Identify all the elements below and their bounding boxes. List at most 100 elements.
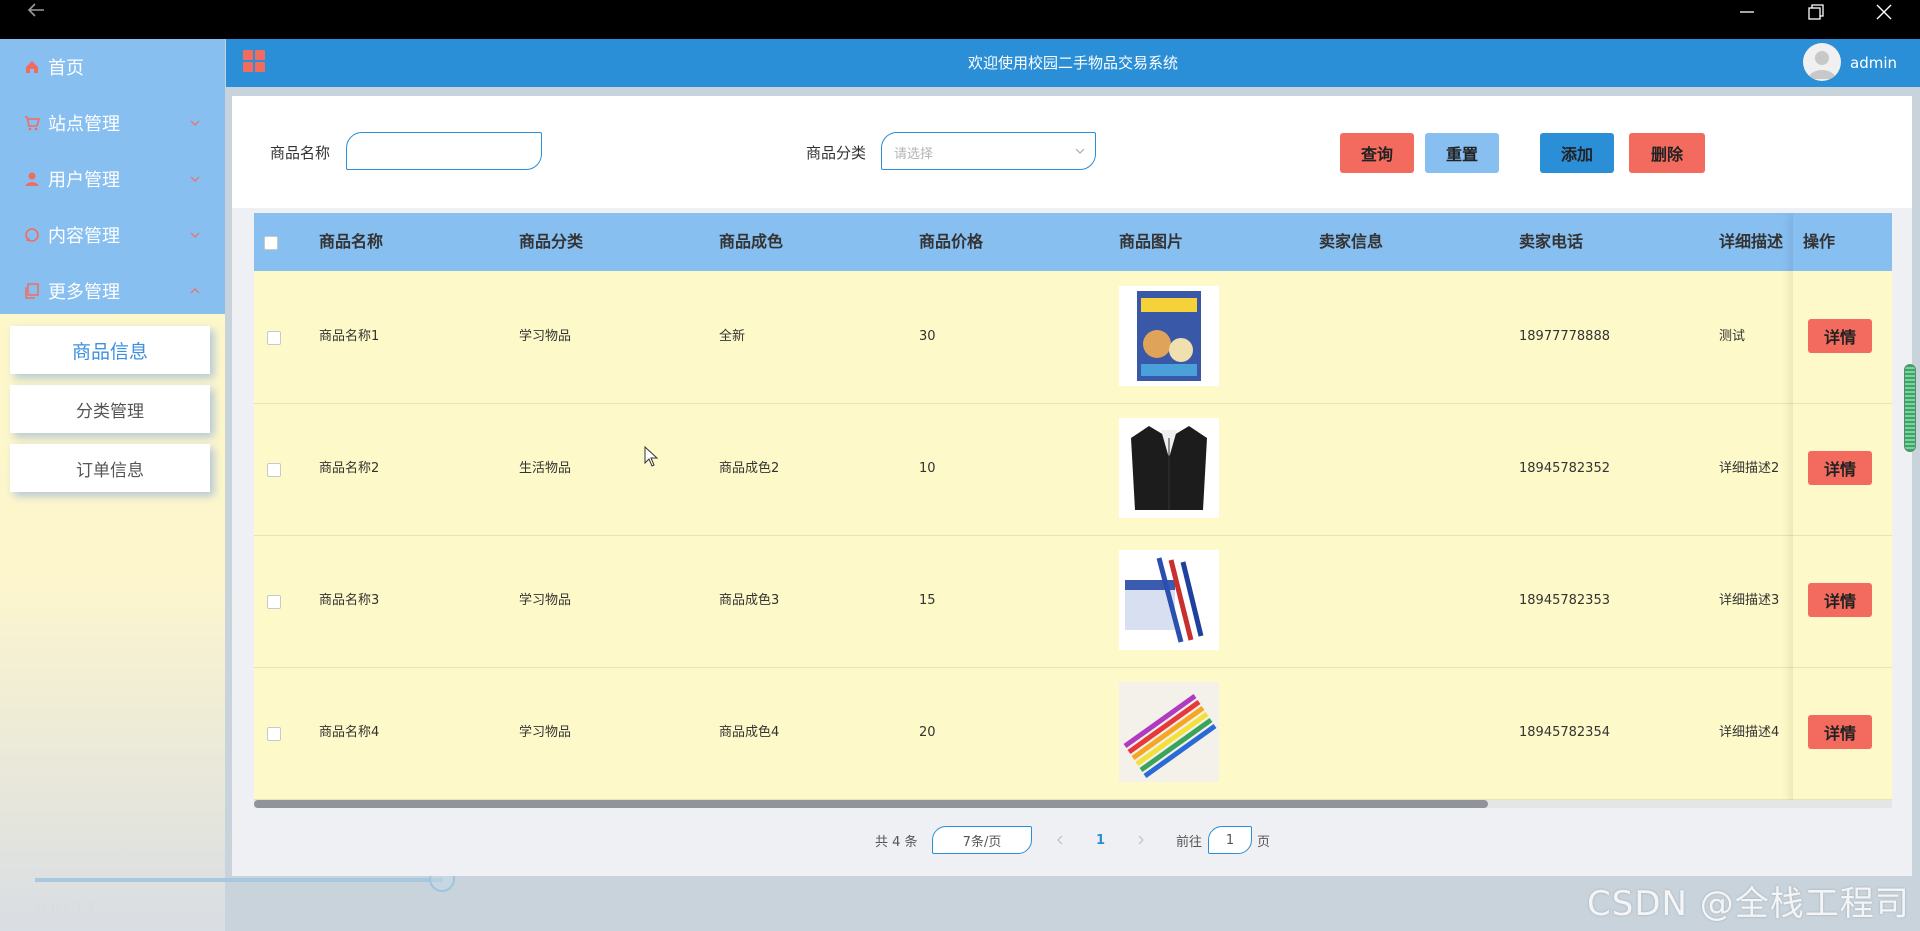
page-size-select[interactable]: 7条/页	[932, 826, 1032, 854]
goods-name-input[interactable]	[346, 132, 542, 170]
submenu-item-orders[interactable]: 订单信息	[10, 444, 210, 492]
sidebar-item-more[interactable]: 更多管理	[0, 263, 225, 319]
pagination-total: 共 4 条	[875, 834, 918, 850]
sidebar-item-label: 首页	[48, 58, 84, 79]
column-header[interactable]: 卖家电话	[1519, 213, 1583, 271]
reset-button[interactable]: 重置	[1425, 133, 1499, 173]
column-header[interactable]: 商品价格	[919, 213, 983, 271]
sidebar-item-users[interactable]: 用户管理	[0, 151, 225, 207]
book-cover-image	[1119, 286, 1219, 386]
table-row: 商品名称4 学习物品 商品成色4 20 18945782354 详细描述4	[254, 668, 1892, 800]
goods-table: 商品名称 商品分类 商品成色 商品价格 商品图片 卖家信息 卖家电话 详细描述 …	[254, 213, 1892, 803]
search-panel: 商品名称 商品分类 请选择 查询 重置 添加 删除	[232, 96, 1912, 208]
column-header[interactable]: 详细描述	[1719, 213, 1793, 271]
select-all-checkbox[interactable]	[264, 236, 278, 250]
scrollbar-thumb[interactable]	[254, 800, 1488, 808]
cell-category: 生活物品	[519, 461, 572, 476]
row-checkbox[interactable]	[267, 463, 281, 477]
cell-phone: 18945782354	[1519, 725, 1610, 740]
column-header[interactable]: 商品成色	[719, 213, 783, 271]
submenu-item-label: 订单信息	[76, 460, 144, 481]
video-time: 0:02:13	[36, 900, 94, 918]
avatar[interactable]	[1803, 43, 1841, 81]
video-progress-track[interactable]	[35, 878, 443, 882]
delete-button[interactable]: 删除	[1629, 133, 1705, 173]
cell-desc: 详细描述4	[1719, 725, 1780, 740]
cell-category: 学习物品	[519, 725, 572, 740]
add-button[interactable]: 添加	[1540, 133, 1614, 173]
sidebar-item-label: 更多管理	[48, 282, 120, 303]
submenu-item-category[interactable]: 分类管理	[10, 385, 210, 433]
chevron-down-icon	[1075, 148, 1085, 154]
column-header[interactable]: 商品名称	[319, 213, 383, 271]
goods-name-label: 商品名称	[270, 144, 331, 162]
restore-icon[interactable]	[1803, 2, 1827, 22]
sidebar-item-label: 用户管理	[48, 170, 120, 191]
user-avatar-icon	[1808, 51, 1836, 79]
cell-phone: 18977778888	[1519, 329, 1610, 344]
row-checkbox[interactable]	[267, 595, 281, 609]
table-horizontal-scrollbar[interactable]	[254, 800, 1892, 808]
table-header: 商品名称 商品分类 商品成色 商品价格 商品图片 卖家信息 卖家电话 详细描述	[254, 213, 1892, 271]
sidebar-item-home[interactable]: 首页	[0, 39, 225, 95]
submenu-item-goods[interactable]: 商品信息	[10, 326, 210, 374]
select-placeholder: 请选择	[894, 147, 934, 162]
arrow-left-icon[interactable]	[24, 0, 48, 20]
column-header: 操作	[1803, 213, 1892, 271]
sidebar-item-content[interactable]: 内容管理	[0, 207, 225, 263]
detail-button[interactable]: 详情	[1808, 715, 1872, 749]
main-content: 商品名称 商品分类 请选择 查询 重置 添加 删除 商品名称 商品分类 商品成色…	[232, 96, 1912, 876]
cell-name: 商品名称4	[319, 725, 380, 740]
cell-price: 30	[919, 329, 936, 344]
detail-button[interactable]: 详情	[1808, 451, 1872, 485]
cell-condition: 商品成色2	[719, 461, 780, 476]
top-header: 欢迎使用校园二手物品交易系统 admin	[226, 39, 1920, 87]
cell-condition: 商品成色4	[719, 725, 780, 740]
column-header[interactable]: 卖家信息	[1319, 213, 1383, 271]
query-button[interactable]: 查询	[1340, 133, 1414, 173]
chevron-down-icon	[190, 232, 200, 238]
page-suffix: 页	[1257, 834, 1271, 850]
submenu-item-label: 商品信息	[71, 340, 148, 363]
close-icon[interactable]	[1872, 2, 1896, 22]
goto-page-value: 1	[1225, 832, 1235, 848]
goto-page-input[interactable]: 1	[1208, 826, 1252, 854]
sidebar-item-label: 站点管理	[48, 114, 120, 135]
window-titlebar	[0, 0, 1920, 39]
chevron-down-icon	[190, 176, 200, 182]
cell-category: 学习物品	[519, 329, 572, 344]
detail-button[interactable]: 详情	[1808, 319, 1872, 353]
cell-price: 10	[919, 461, 936, 476]
sidebar-item-site[interactable]: 站点管理	[0, 95, 225, 151]
sidebar: 首页 站点管理 用户管理 内容管理 更多管理 商品信息 分类管理 订单信息	[0, 39, 225, 931]
detail-button[interactable]: 详情	[1808, 583, 1872, 617]
minimize-icon[interactable]	[1735, 2, 1759, 22]
chevron-left-icon[interactable]	[1054, 834, 1066, 846]
cart-icon	[25, 116, 40, 131]
cell-phone: 18945782353	[1519, 593, 1610, 608]
column-header[interactable]: 商品分类	[519, 213, 583, 271]
row-checkbox[interactable]	[267, 331, 281, 345]
row-checkbox[interactable]	[267, 727, 281, 741]
cell-price: 15	[919, 593, 936, 608]
cell-condition: 全新	[719, 329, 746, 344]
sidebar-item-label: 内容管理	[48, 226, 120, 247]
cell-desc: 详细描述2	[1719, 461, 1780, 476]
suit-jacket-image	[1119, 418, 1219, 518]
goods-category-select[interactable]: 请选择	[881, 132, 1096, 170]
pens-image	[1119, 550, 1219, 650]
page-title: 欢迎使用校园二手物品交易系统	[967, 54, 1178, 72]
chat-icon	[25, 228, 39, 242]
cell-phone: 18945782352	[1519, 461, 1610, 476]
markers-image	[1119, 682, 1219, 782]
cell-desc: 详细描述3	[1719, 593, 1780, 608]
table-row: 商品名称3 学习物品 商品成色3 15 18945782353 详细描述3	[254, 536, 1892, 668]
cell-name: 商品名称1	[319, 329, 380, 344]
column-header[interactable]: 商品图片	[1119, 213, 1183, 271]
username[interactable]: admin	[1850, 39, 1897, 87]
pagination-current-page[interactable]: 1	[1096, 826, 1105, 854]
cell-condition: 商品成色3	[719, 593, 780, 608]
chevron-right-icon[interactable]	[1135, 834, 1147, 846]
page-vertical-scrollbar[interactable]	[1904, 364, 1916, 452]
home-icon	[26, 61, 38, 73]
